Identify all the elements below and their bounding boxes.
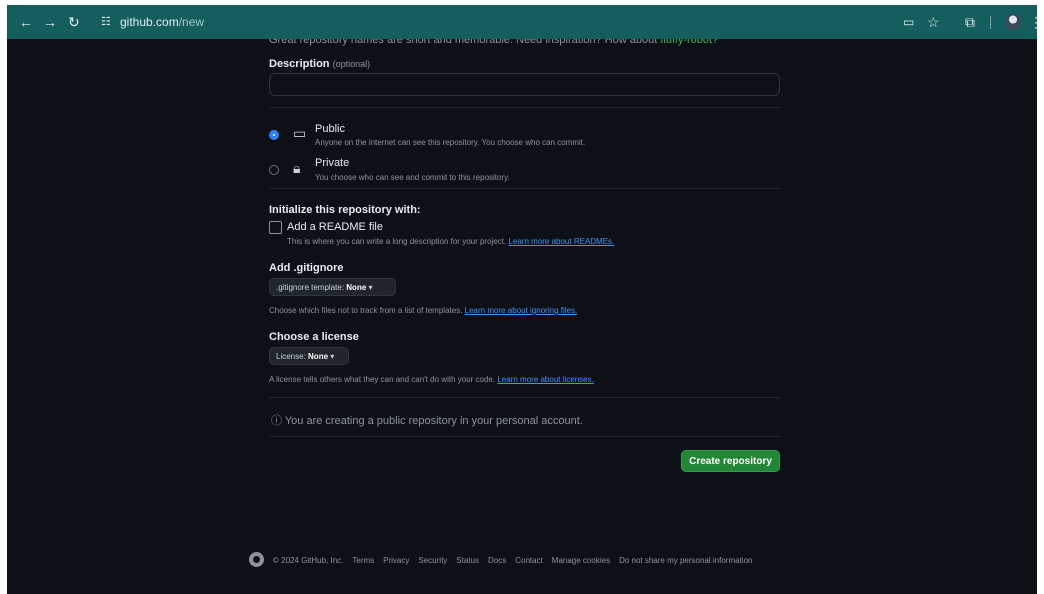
description-label-text: Description — [269, 58, 330, 70]
private-title: Private — [315, 157, 350, 169]
new-repo-form: Great repository names are short and mem… — [7, 5, 1037, 594]
chevron-down-icon: ▾ — [330, 352, 335, 361]
info-icon: ⓘ — [271, 415, 282, 427]
description-input[interactable] — [269, 73, 780, 96]
copyright: © 2024 GitHub, Inc. — [273, 555, 344, 565]
license-description: A license tells others what they can and… — [269, 375, 594, 384]
footer-link-manage-cookies[interactable]: Manage cookies — [552, 556, 610, 565]
gitignore-heading: Add .gitignore — [269, 262, 344, 274]
public-title: Public — [315, 123, 345, 135]
license-dropdown[interactable]: License: None ▾ — [269, 347, 349, 365]
private-description: You choose who can see and commit to thi… — [315, 173, 510, 182]
license-desc-text: A license tells others what they can and… — [269, 375, 496, 384]
readme-desc-text: This is where you can write a long descr… — [287, 237, 507, 246]
chevron-down-icon: ▾ — [368, 283, 373, 292]
reload-icon[interactable]: ↻ — [68, 14, 80, 30]
public-radio[interactable] — [269, 130, 279, 140]
gitignore-link[interactable]: Learn more about ignoring files. — [465, 306, 578, 315]
repo-icon: ▭ — [293, 125, 307, 141]
description-label: Description (optional) — [269, 58, 370, 70]
footer-link-contact[interactable]: Contact — [515, 556, 543, 565]
page-frame: Great repository names are short and mem… — [7, 5, 1037, 594]
profile-avatar[interactable] — [1005, 14, 1021, 30]
footer-link-do-not-share[interactable]: Do not share my personal information — [619, 556, 752, 565]
license-link[interactable]: Learn more about licenses. — [497, 375, 594, 384]
divider — [269, 107, 780, 108]
create-repository-button[interactable]: Create repository — [681, 450, 780, 472]
footer-link-docs[interactable]: Docs — [488, 556, 506, 565]
url-host: github.com — [120, 15, 179, 29]
init-heading: Initialize this repository with: — [269, 204, 421, 216]
footer-link-security[interactable]: Security — [418, 556, 447, 565]
toolbar-separator — [990, 16, 991, 29]
footer-link-terms[interactable]: Terms — [352, 556, 374, 565]
private-radio[interactable] — [269, 165, 279, 175]
divider — [269, 397, 780, 398]
bookmark-star-icon[interactable]: ☆ — [927, 14, 940, 30]
gitignore-desc-text: Choose which files not to track from a l… — [269, 306, 463, 315]
readme-label[interactable]: Add a README file — [287, 221, 383, 233]
readme-link[interactable]: Learn more about READMEs. — [508, 237, 614, 246]
divider — [269, 188, 780, 189]
cast-icon[interactable]: ▭ — [903, 14, 914, 30]
license-prefix: License: — [276, 352, 306, 361]
gitignore-prefix: .gitignore template: — [276, 283, 345, 292]
lock-icon: 🔒︎ — [293, 160, 301, 176]
gitignore-dropdown[interactable]: .gitignore template: None ▾ — [269, 278, 396, 296]
gitignore-description: Choose which files not to track from a l… — [269, 306, 577, 315]
gitignore-value: None — [346, 283, 367, 292]
forward-arrow-icon[interactable]: → — [43, 14, 57, 30]
browser-toolbar: ← → ↻ ☷ github.com/new ▭ ☆ ⧉ ⋮ — [7, 5, 1037, 39]
url-path: /new — [178, 15, 205, 29]
github-logo-icon[interactable] — [249, 552, 264, 567]
back-arrow-icon[interactable]: ← — [19, 14, 33, 30]
optional-label: (optional) — [332, 59, 371, 69]
readme-description: This is where you can write a long descr… — [287, 237, 614, 246]
address-bar[interactable]: github.com/new — [120, 15, 204, 29]
public-description: Anyone on the internet can see this repo… — [315, 138, 586, 147]
footer-link-privacy[interactable]: Privacy — [383, 556, 409, 565]
footer-link-status[interactable]: Status — [456, 556, 479, 565]
footer: © 2024 GitHub, Inc. Terms Privacy Security S… — [249, 552, 761, 568]
readme-checkbox[interactable] — [269, 221, 282, 234]
menu-kebab-icon[interactable]: ⋮ — [1029, 14, 1037, 30]
site-settings-icon[interactable]: ☷ — [101, 15, 111, 28]
license-heading: Choose a license — [269, 331, 359, 343]
license-value: None — [308, 352, 329, 361]
extensions-icon[interactable]: ⧉ — [965, 14, 975, 30]
notice-text: You are creating a public repository in … — [284, 415, 583, 427]
divider — [269, 436, 780, 437]
public-notice: ⓘ You are creating a public repository i… — [271, 412, 583, 428]
